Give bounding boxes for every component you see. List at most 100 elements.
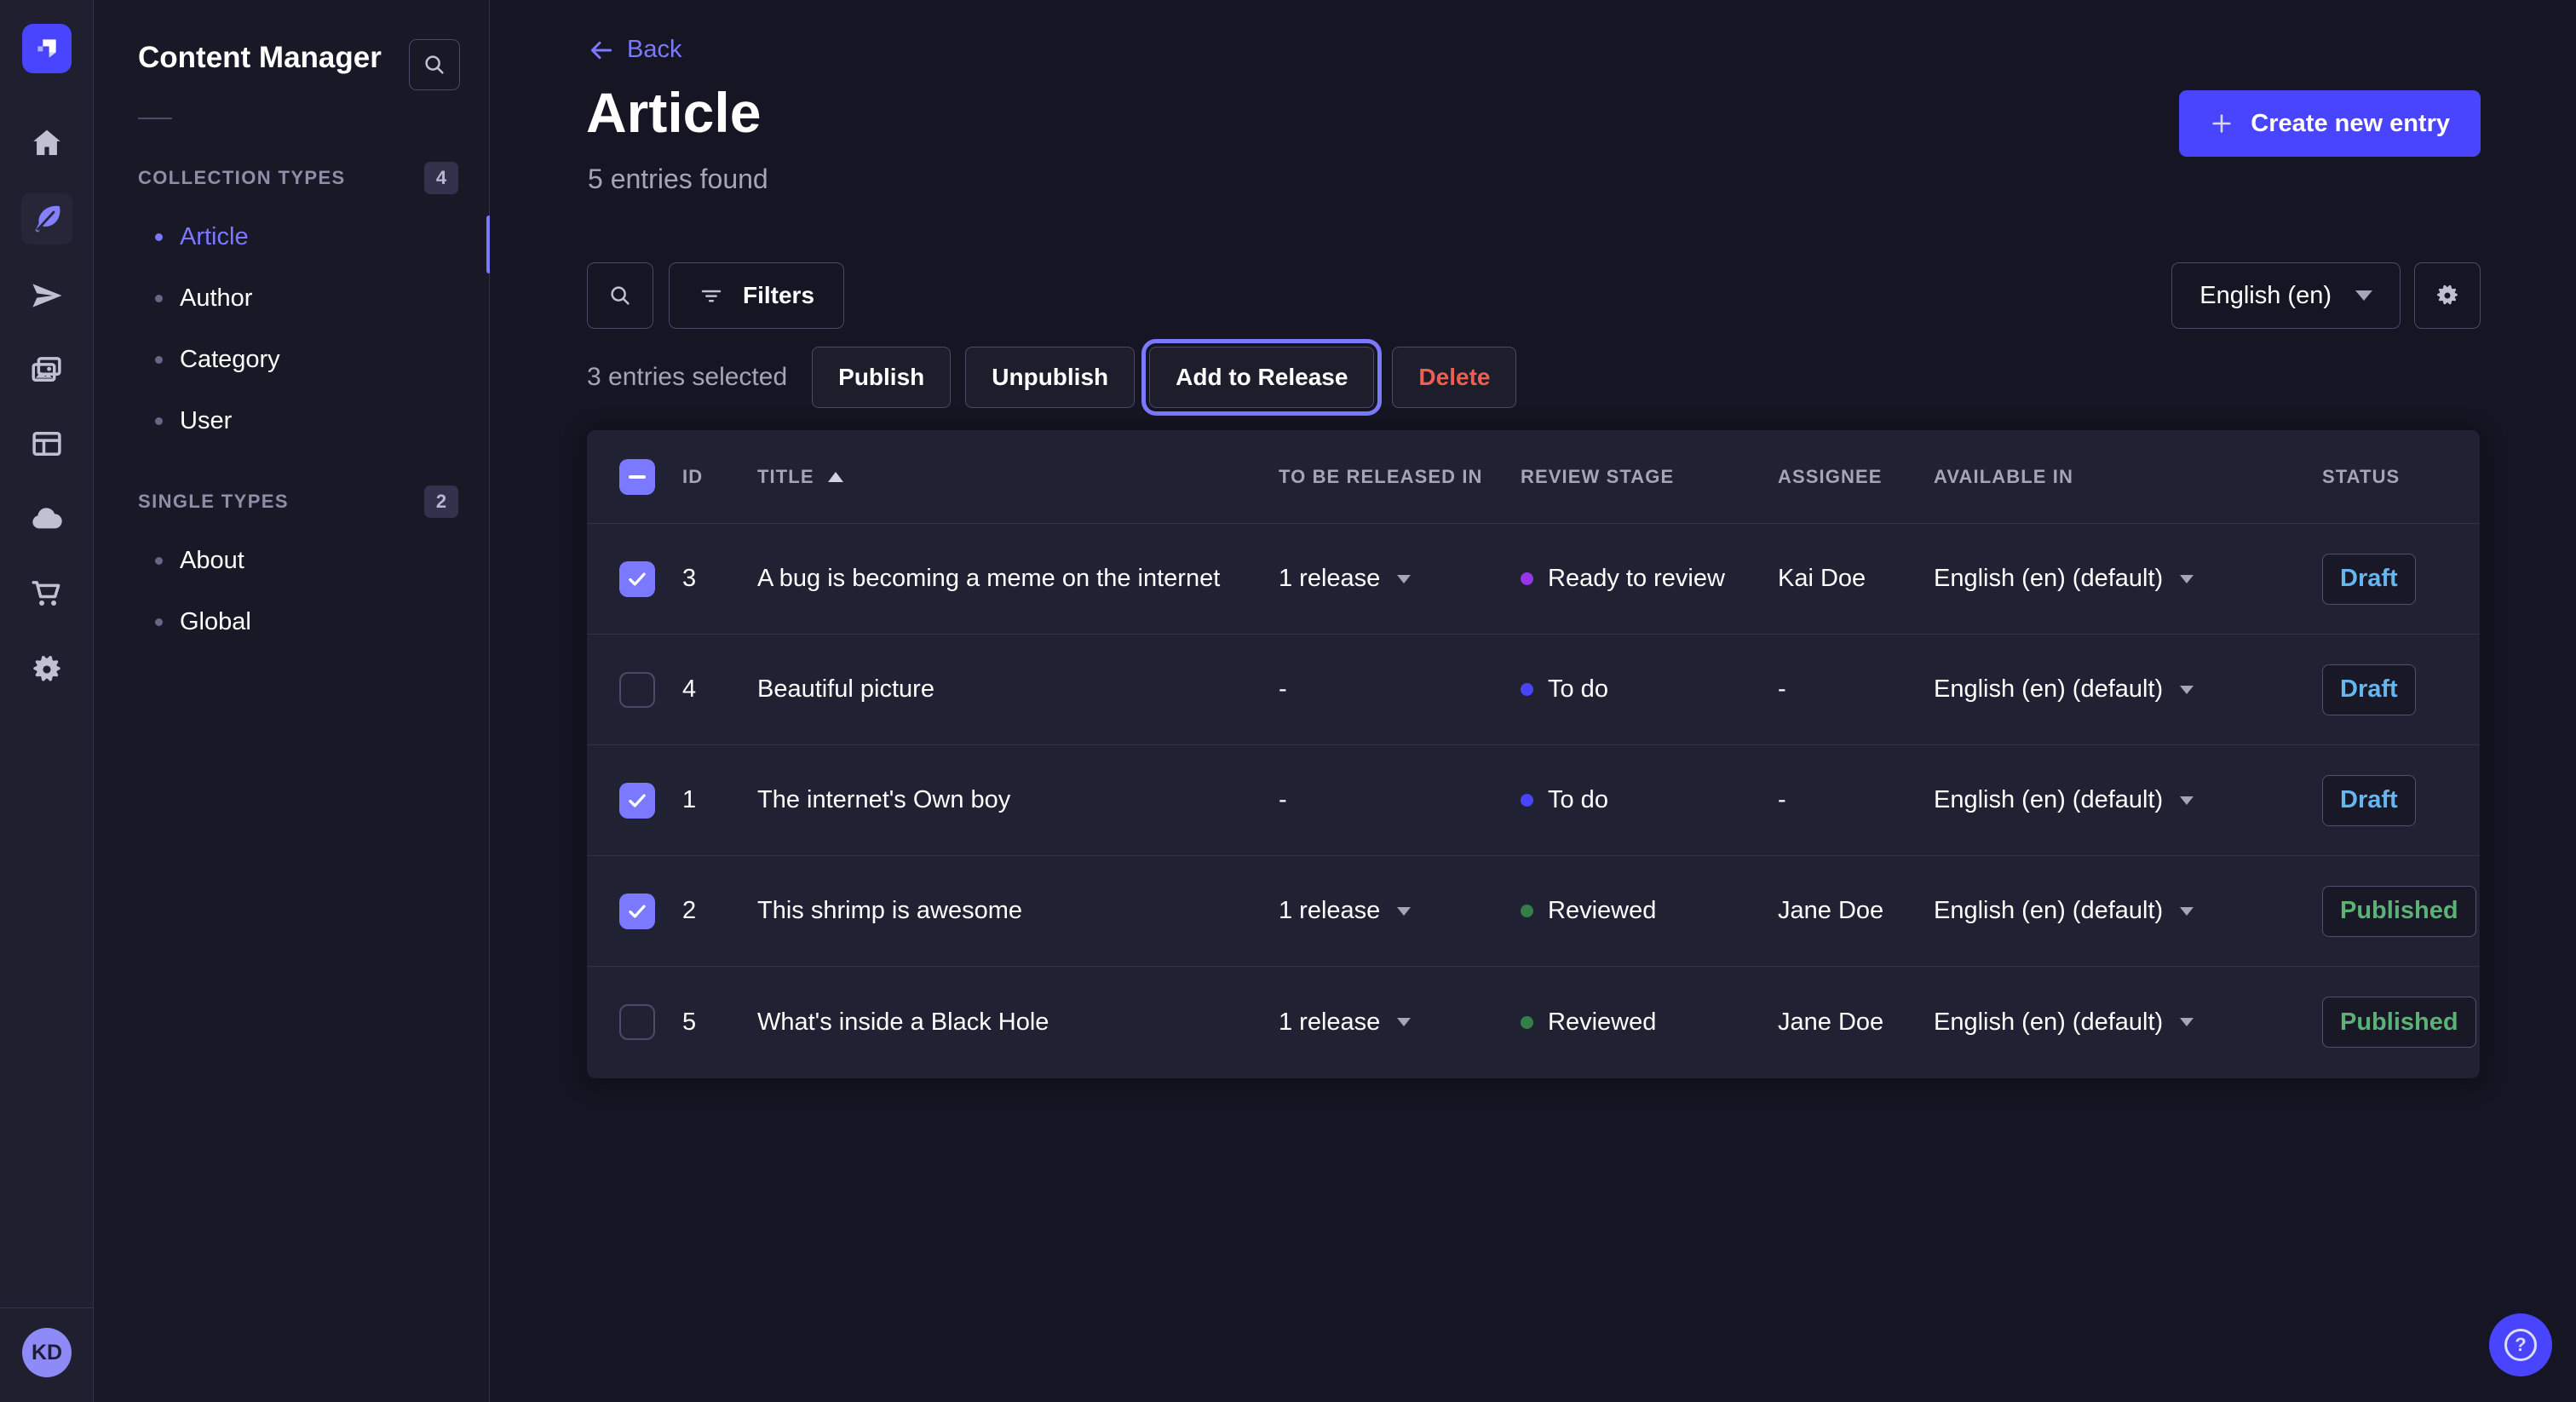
row-locale-dropdown[interactable]: English (en) (default)	[1934, 675, 2322, 704]
row-assignee: -	[1778, 786, 1934, 814]
row-review-stage: Reviewed	[1521, 897, 1778, 925]
help-button[interactable]: ?	[2489, 1313, 2552, 1376]
stage-dot	[1521, 794, 1533, 807]
table-body: 3 A bug is becoming a meme on the intern…	[587, 524, 2480, 1077]
publish-button[interactable]: Publish	[812, 347, 951, 408]
gear-icon	[2434, 282, 2461, 309]
unpublish-button[interactable]: Unpublish	[965, 347, 1135, 408]
entries-count: 5 entries found	[588, 164, 768, 195]
table-row[interactable]: 5 What's inside a Black Hole 1 release R…	[587, 967, 2480, 1077]
content-manager-icon[interactable]	[21, 193, 72, 244]
home-icon[interactable]	[21, 118, 72, 169]
column-header-id[interactable]: ID	[682, 466, 757, 488]
row-locale-dropdown[interactable]: English (en) (default)	[1934, 565, 2322, 593]
help-icon: ?	[2504, 1329, 2537, 1361]
bulk-actions-bar: 3 entries selected Publish Unpublish Add…	[587, 346, 1516, 409]
row-review-stage: To do	[1521, 786, 1778, 814]
bullet-icon	[155, 557, 163, 565]
column-header-status[interactable]: STATUS	[2322, 466, 2480, 488]
media-library-icon[interactable]	[21, 344, 72, 395]
section-label: COLLECTION TYPES	[138, 167, 346, 189]
row-checkbox[interactable]	[619, 1004, 655, 1040]
locale-select[interactable]: English (en)	[2171, 262, 2401, 329]
marketplace-cart-icon[interactable]	[21, 568, 72, 619]
check-icon	[626, 568, 648, 590]
row-release-dropdown[interactable]: 1 release	[1279, 897, 1521, 925]
table-row[interactable]: 4 Beautiful picture - To do - English (e…	[587, 635, 2480, 745]
sidebar-item-label: About	[180, 547, 244, 575]
chevron-down-icon	[2180, 686, 2194, 694]
entries-table: IDTITLETO BE RELEASED INREVIEW STAGEASSI…	[587, 430, 2480, 1078]
nav-rail: KD	[0, 0, 94, 1402]
row-review-stage: To do	[1521, 675, 1778, 704]
view-settings-button[interactable]	[2414, 262, 2481, 329]
settings-gear-icon[interactable]	[21, 644, 72, 695]
deploy-cloud-icon[interactable]	[21, 493, 72, 544]
column-header-to-be-released-in[interactable]: TO BE RELEASED IN	[1279, 466, 1521, 488]
row-release-dropdown[interactable]: 1 release	[1279, 1008, 1521, 1037]
sort-ascending-icon	[828, 472, 843, 482]
row-locale-dropdown[interactable]: English (en) (default)	[1934, 1008, 2322, 1037]
status-badge: Draft	[2322, 775, 2416, 826]
strapi-logo-icon	[33, 35, 60, 62]
back-link[interactable]: Back	[588, 36, 681, 64]
filters-button[interactable]: Filters	[669, 262, 844, 329]
table-row[interactable]: 1 The internet's Own boy - To do - Engli…	[587, 745, 2480, 856]
row-checkbox[interactable]	[619, 783, 655, 819]
section-count-badge: 2	[424, 486, 458, 518]
row-release-dropdown[interactable]: -	[1279, 675, 1521, 704]
bullet-icon	[155, 356, 163, 364]
create-new-entry-button[interactable]: Create new entry	[2179, 90, 2481, 157]
row-assignee: -	[1778, 675, 1934, 704]
chevron-down-icon	[2180, 796, 2194, 805]
sidebar-item-global[interactable]: Global	[94, 591, 489, 652]
chevron-down-icon	[1397, 575, 1411, 583]
content-type-builder-icon[interactable]	[21, 418, 72, 469]
strapi-logo[interactable]	[22, 24, 72, 73]
row-id: 5	[682, 1008, 757, 1037]
table-row[interactable]: 3 A bug is becoming a meme on the intern…	[587, 524, 2480, 635]
row-checkbox[interactable]	[619, 893, 655, 929]
column-header-review-stage[interactable]: REVIEW STAGE	[1521, 466, 1778, 488]
delete-button[interactable]: Delete	[1392, 347, 1516, 408]
search-entries-button[interactable]	[587, 262, 653, 329]
add-to-release-button[interactable]: Add to Release	[1149, 347, 1374, 408]
sidebar-item-author[interactable]: Author	[94, 267, 489, 329]
row-review-stage: Reviewed	[1521, 1008, 1778, 1037]
status-badge: Draft	[2322, 554, 2416, 605]
row-release-dropdown[interactable]: 1 release	[1279, 565, 1521, 593]
select-all-checkbox[interactable]	[619, 459, 655, 495]
selected-count: 3 entries selected	[587, 363, 787, 392]
bullet-icon	[155, 417, 163, 425]
rail-divider	[0, 1307, 93, 1308]
sidebar-item-article[interactable]: Article	[94, 206, 489, 267]
check-icon	[626, 790, 648, 812]
sidebar-item-about[interactable]: About	[94, 530, 489, 591]
sidebar-item-label: Article	[180, 223, 249, 251]
row-release-dropdown[interactable]: -	[1279, 786, 1521, 814]
table-row[interactable]: 2 This shrimp is awesome 1 release Revie…	[587, 856, 2480, 967]
column-header-title[interactable]: TITLE	[757, 466, 1279, 488]
row-assignee: Kai Doe	[1778, 565, 1934, 593]
column-header-assignee[interactable]: ASSIGNEE	[1778, 466, 1934, 488]
row-checkbox[interactable]	[619, 672, 655, 708]
arrow-left-icon	[588, 37, 615, 64]
sidebar-search-button[interactable]	[409, 39, 460, 90]
column-header-available-in[interactable]: AVAILABLE IN	[1934, 466, 2322, 488]
chevron-down-icon	[2180, 575, 2194, 583]
user-avatar[interactable]: KD	[22, 1328, 72, 1377]
chevron-down-icon	[2180, 1018, 2194, 1026]
row-locale-dropdown[interactable]: English (en) (default)	[1934, 897, 2322, 925]
search-icon	[422, 52, 447, 78]
releases-icon[interactable]	[21, 270, 72, 321]
sidebar-item-label: Author	[180, 284, 252, 313]
row-id: 1	[682, 786, 757, 814]
sidebar-item-label: Global	[180, 608, 251, 636]
row-checkbox[interactable]	[619, 561, 655, 597]
sidebar-item-user[interactable]: User	[94, 390, 489, 451]
chevron-down-icon	[1397, 1018, 1411, 1026]
row-locale-dropdown[interactable]: English (en) (default)	[1934, 786, 2322, 814]
row-assignee: Jane Doe	[1778, 897, 1934, 925]
row-title: This shrimp is awesome	[757, 897, 1279, 925]
sidebar-item-category[interactable]: Category	[94, 329, 489, 390]
